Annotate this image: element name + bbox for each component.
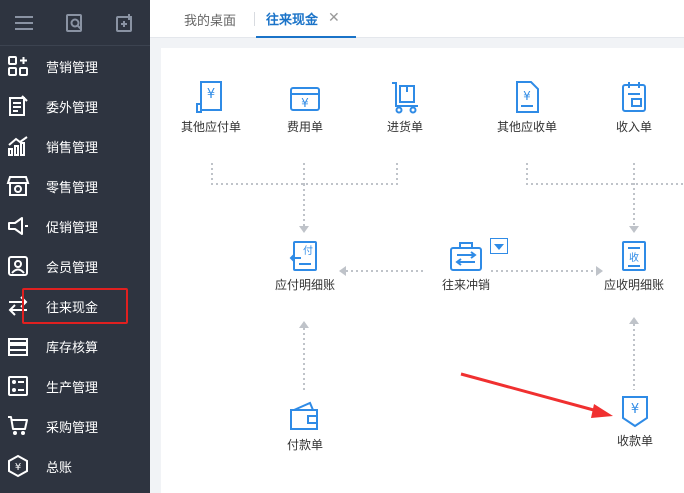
cart-icon [8,416,28,435]
close-icon[interactable]: ✕ [328,10,340,26]
node-payable-detail[interactable]: 付 应付明细账 [269,240,341,293]
svg-text:¥: ¥ [631,402,639,417]
svg-text:付: 付 [303,244,313,257]
node-label: 应收明细账 [603,278,664,292]
node-label: 收款单 [616,434,653,448]
node-label: 其他应收单 [496,120,557,134]
sidebar-item-general-ledger[interactable]: ¥ 总账 [0,446,150,486]
tab-my-desktop[interactable]: 我的桌面 [184,0,236,38]
sidebar-item-production[interactable]: 生产管理 [0,366,150,406]
svg-text:收: 收 [629,251,639,264]
node-income[interactable]: 收入单 [606,80,662,135]
shop-icon [6,176,30,196]
sidebar-item-label: 营销管理 [46,61,99,76]
document-edit-icon [9,95,28,116]
node-other-receivable[interactable]: ¥ 其他应收单 [491,80,563,135]
megaphone-icon [8,217,28,235]
tab-label: 往来现金 [266,12,319,28]
receivable-ledger-icon: 收 [622,241,646,271]
highlight-box [22,288,128,324]
node-purchase-in[interactable]: 进货单 [377,80,433,135]
node-receivable-detail[interactable]: 收 应收明细账 [598,240,670,293]
receipt-shield-icon: ¥ [622,396,648,428]
menu-icon[interactable] [0,0,50,46]
sidebar-item-label: 销售管理 [46,141,99,156]
sidebar-item-purchase[interactable]: 采购管理 [0,406,150,446]
hand-truck-icon [392,82,418,114]
chevron-down-icon [494,244,504,250]
sidebar-item-label: 委外管理 [46,101,99,116]
sidebar-item-label: 促销管理 [46,221,99,236]
sidebar-item-label: 零售管理 [46,181,99,196]
cash-box-icon: ¥ [290,87,320,111]
node-label: 其他应付单 [180,120,241,134]
arrow-up-icon [629,317,639,324]
annotation-arrow [460,372,613,418]
receipt-icon [622,82,646,112]
sidebar-item-label: 总账 [46,461,73,476]
sidebar-item-sales[interactable]: 销售管理 [0,126,150,166]
search-doc-icon[interactable] [50,0,100,46]
wallet-icon [290,401,318,430]
grid-apps-icon [8,56,28,76]
sidebar-item-label: 会员管理 [46,261,99,276]
node-expense[interactable]: ¥ 费用单 [277,80,333,135]
sidebar-item-label: 生产管理 [46,381,99,396]
sidebar: 营销管理 委外管理 销售管理 零售管理 促销管理 会员管理 往来现金 库存核算 … [0,0,150,493]
warehouse-icon [8,338,28,356]
flow-connector [526,163,684,185]
document-yen-icon: ¥ [516,81,539,113]
arrow-up-icon [299,321,309,328]
dropdown-toggle[interactable] [490,238,508,254]
svg-text:¥: ¥ [15,462,21,473]
flow-panel: ¥ 其他应付单 ¥ 费用单 进货单 ¥ 其他应收单 收入单 付 应付明细账 往来… [161,48,684,493]
add-doc-icon[interactable] [100,0,150,46]
tab-label: 我的桌面 [184,13,237,29]
node-receipt[interactable]: ¥ 收款单 [607,394,663,449]
tab-divider [254,12,255,26]
sidebar-item-promotion[interactable]: 促销管理 [0,206,150,246]
arrow-down-icon [629,226,639,233]
voucher-icon: ¥ [196,81,222,113]
sidebar-item-label: 库存核算 [46,341,99,356]
sidebar-item-outsourcing[interactable]: 委外管理 [0,86,150,126]
tab-cash-transactions[interactable]: 往来现金 ✕ [256,0,356,38]
ledger-icon: ¥ [8,454,28,478]
sidebar-item-member[interactable]: 会员管理 [0,246,150,286]
member-card-icon [8,256,28,276]
sidebar-toolbar [0,0,150,46]
svg-text:¥: ¥ [523,89,531,103]
sidebar-item-label: 采购管理 [46,421,99,436]
node-label: 费用单 [286,120,323,134]
payable-ledger-icon: 付 [289,241,317,271]
node-label: 往来冲销 [441,278,490,292]
bar-trend-icon [8,136,28,156]
production-icon [8,376,28,396]
node-other-payable[interactable]: ¥ 其他应付单 [177,80,245,135]
sidebar-item-marketing[interactable]: 营销管理 [0,46,150,86]
node-label: 付款单 [286,438,323,452]
node-label: 应付明细账 [274,278,335,292]
briefcase-transfer-icon [450,242,482,271]
node-label: 进货单 [386,120,423,134]
svg-text:¥: ¥ [207,87,215,102]
node-payment[interactable]: 付款单 [277,400,333,453]
sidebar-item-inventory[interactable]: 库存核算 [0,326,150,366]
arrow-down-icon [299,226,309,233]
svg-text:¥: ¥ [301,96,309,110]
sidebar-item-retail[interactable]: 零售管理 [0,166,150,206]
tab-bar: 我的桌面 往来现金 ✕ [150,0,684,38]
node-label: 收入单 [615,120,652,134]
